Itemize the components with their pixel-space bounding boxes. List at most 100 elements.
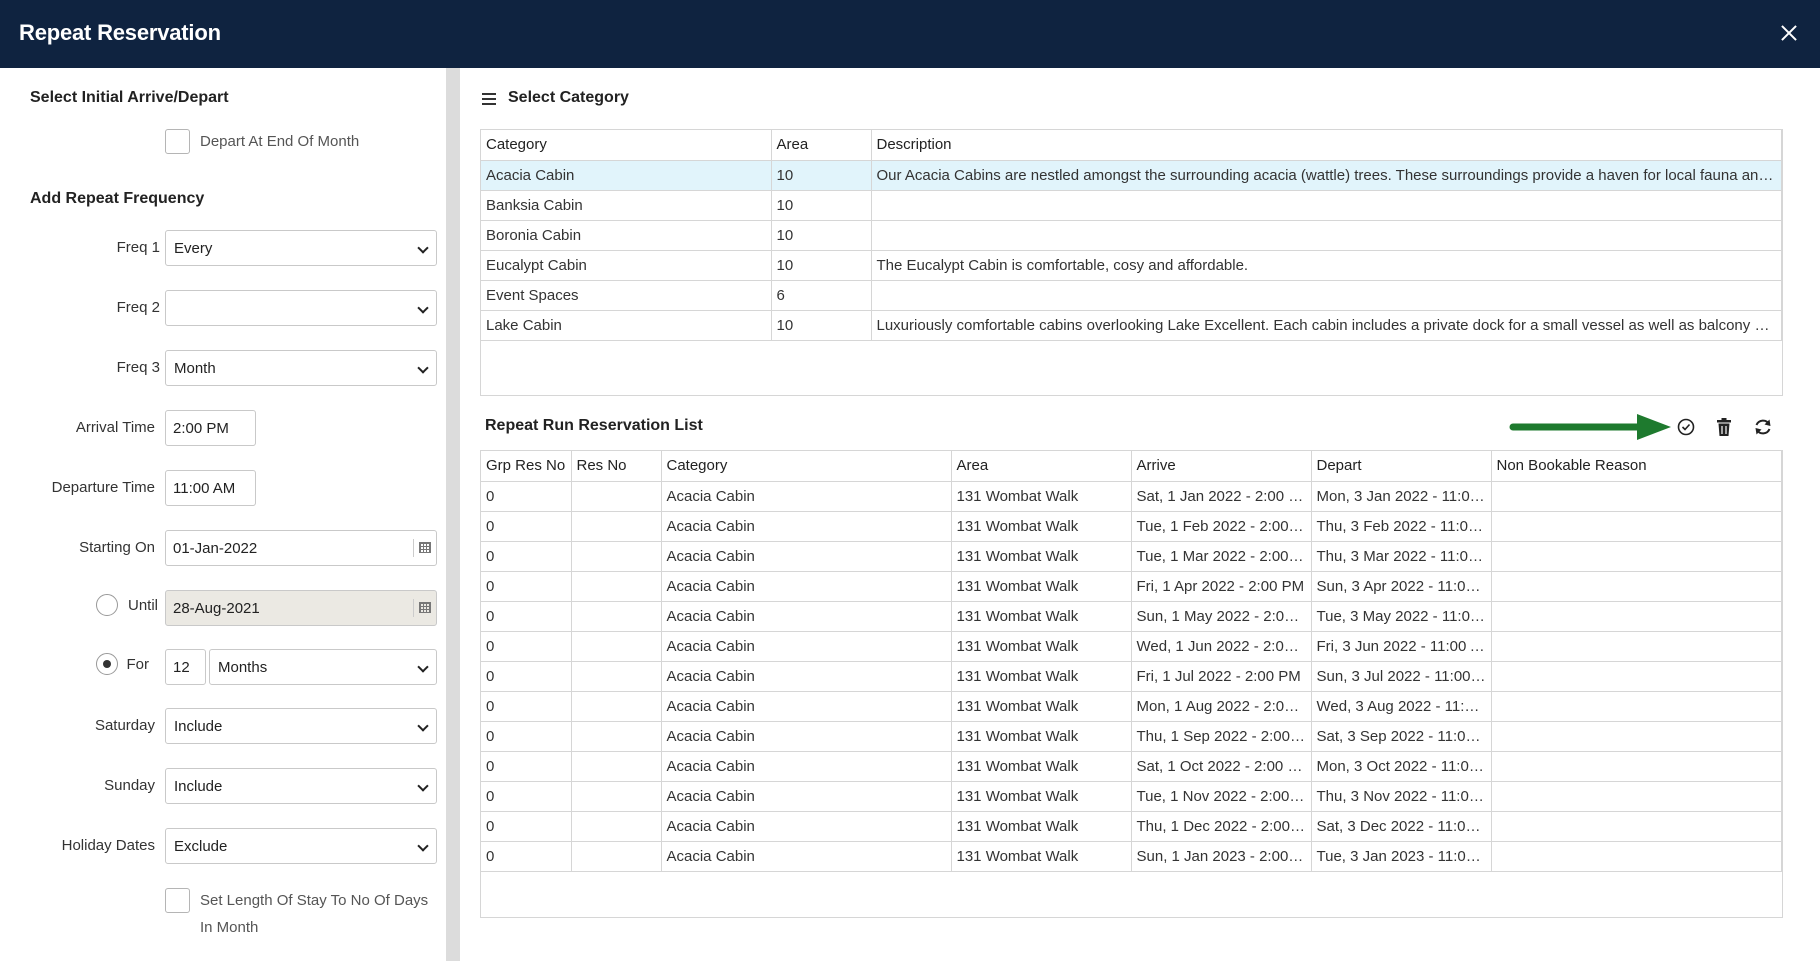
reservation-row[interactable]: 0 Acacia Cabin 131 Wombat Walk Fri, 1 Apr 2… bbox=[481, 571, 1782, 602]
table-cell bbox=[871, 280, 1782, 311]
until-radio[interactable] bbox=[96, 594, 118, 616]
reservation-row[interactable]: 0 Acacia Cabin 131 Wombat Walk Sat, 1 Oct 2… bbox=[481, 751, 1782, 782]
until-label: Until bbox=[127, 597, 158, 614]
freq2-label: Freq 2 bbox=[116, 299, 160, 316]
depart-end-of-month-checkbox[interactable] bbox=[165, 129, 190, 154]
calendar-icon[interactable] bbox=[413, 599, 431, 617]
column-header[interactable]: Res No bbox=[571, 451, 662, 482]
column-header[interactable]: Arrive bbox=[1131, 451, 1312, 482]
table-cell: Sat, 3 Sep 2022 - 11:00 ... bbox=[1311, 721, 1492, 752]
column-header[interactable]: Area bbox=[951, 451, 1132, 482]
category-row[interactable]: Banksia Cabin 10 bbox=[481, 190, 1782, 221]
table-cell bbox=[1491, 691, 1782, 722]
table-cell: Thu, 3 Nov 2022 - 11:00 ... bbox=[1311, 781, 1492, 812]
column-header[interactable]: Category bbox=[661, 451, 952, 482]
reservation-row[interactable]: 0 Acacia Cabin 131 Wombat Walk Sun, 1 May 2… bbox=[481, 601, 1782, 632]
category-row[interactable]: Acacia Cabin 10 Our Acacia Cabins are nest… bbox=[481, 160, 1782, 191]
check-circle-icon[interactable] bbox=[1675, 416, 1697, 438]
for-unit-select[interactable]: Months bbox=[209, 649, 437, 685]
table-cell bbox=[1491, 751, 1782, 782]
title-bar: Repeat Reservation bbox=[0, 0, 1820, 68]
trash-icon[interactable] bbox=[1713, 416, 1735, 438]
until-date-input[interactable]: 28-Aug-2021 bbox=[165, 590, 437, 626]
reservation-row[interactable]: 0 Acacia Cabin 131 Wombat Walk Tue, 1 Feb 2… bbox=[481, 511, 1782, 542]
reservation-list-table: Grp Res No Res No Category Area Arrive Depart… bbox=[480, 450, 1783, 918]
table-cell: 6 bbox=[771, 280, 872, 311]
table-cell: Sat, 1 Jan 2022 - 2:00 PM bbox=[1131, 481, 1312, 512]
table-cell bbox=[1491, 541, 1782, 572]
table-cell bbox=[1491, 481, 1782, 512]
column-header[interactable]: Category bbox=[481, 130, 772, 161]
departure-time-label: Departure Time bbox=[51, 479, 155, 496]
table-cell: 131 Wombat Walk bbox=[951, 661, 1132, 692]
column-header[interactable]: Description bbox=[871, 130, 1782, 161]
starting-on-input[interactable]: 01-Jan-2022 bbox=[165, 530, 437, 566]
reservation-row[interactable]: 0 Acacia Cabin 131 Wombat Walk Sun, 1 Jan 2… bbox=[481, 841, 1782, 872]
chevron-down-icon bbox=[417, 720, 429, 732]
category-row[interactable]: Lake Cabin 10 Luxuriously comfortable cabi… bbox=[481, 310, 1782, 341]
column-header[interactable]: Depart bbox=[1311, 451, 1492, 482]
table-cell: Thu, 1 Sep 2022 - 2:00 PM bbox=[1131, 721, 1312, 752]
for-label: For bbox=[126, 656, 150, 673]
sunday-select[interactable]: Include bbox=[165, 768, 437, 804]
reservation-row[interactable]: 0 Acacia Cabin 131 Wombat Walk Tue, 1 Mar 2… bbox=[481, 541, 1782, 572]
table-cell: Tue, 1 Mar 2022 - 2:00 PM bbox=[1131, 541, 1312, 572]
table-cell bbox=[871, 190, 1782, 221]
holiday-dates-select[interactable]: Exclude bbox=[165, 828, 437, 864]
freq1-select[interactable]: Every bbox=[165, 230, 437, 266]
set-length-of-stay-checkbox[interactable] bbox=[165, 888, 190, 913]
table-cell: Luxuriously comfortable cabins overlooki… bbox=[871, 310, 1782, 341]
arrival-time-input[interactable]: 2:00 PM bbox=[165, 410, 256, 446]
chevron-down-icon bbox=[417, 661, 429, 673]
reservation-row[interactable]: 0 Acacia Cabin 131 Wombat Walk Tue, 1 Nov 2… bbox=[481, 781, 1782, 812]
table-cell: 10 bbox=[771, 250, 872, 281]
column-header[interactable]: Area bbox=[771, 130, 872, 161]
table-cell: Tue, 3 May 2022 - 11:00 ... bbox=[1311, 601, 1492, 632]
table-cell: Acacia Cabin bbox=[661, 691, 952, 722]
table-cell: Sun, 1 May 2022 - 2:00 ... bbox=[1131, 601, 1312, 632]
table-cell bbox=[571, 631, 662, 662]
arrival-time-label: Arrival Time bbox=[75, 419, 155, 436]
category-row[interactable]: Boronia Cabin 10 bbox=[481, 220, 1782, 251]
table-cell: Event Spaces bbox=[481, 280, 772, 311]
table-cell: Acacia Cabin bbox=[661, 541, 952, 572]
freq3-select[interactable]: Month bbox=[165, 350, 437, 386]
table-cell: Sun, 1 Jan 2023 - 2:00 PM bbox=[1131, 841, 1312, 872]
left-panel-scrollbar[interactable] bbox=[446, 68, 460, 961]
for-count-input[interactable]: 12 bbox=[165, 649, 206, 685]
table-cell: 131 Wombat Walk bbox=[951, 721, 1132, 752]
chevron-down-icon bbox=[417, 302, 429, 314]
column-header[interactable]: Grp Res No bbox=[481, 451, 572, 482]
category-row[interactable]: Event Spaces 6 bbox=[481, 280, 1782, 311]
departure-time-input[interactable]: 11:00 AM bbox=[165, 470, 256, 506]
column-header[interactable]: Non Bookable Reason bbox=[1491, 451, 1782, 482]
freq2-select[interactable] bbox=[165, 290, 437, 326]
table-cell bbox=[571, 721, 662, 752]
close-icon[interactable] bbox=[1776, 20, 1802, 46]
table-cell: Tue, 1 Nov 2022 - 2:00 PM bbox=[1131, 781, 1312, 812]
reservation-row[interactable]: 0 Acacia Cabin 131 Wombat Walk Wed, 1 Jun 2… bbox=[481, 631, 1782, 662]
table-cell bbox=[571, 661, 662, 692]
table-cell: 131 Wombat Walk bbox=[951, 481, 1132, 512]
reservation-row[interactable]: 0 Acacia Cabin 131 Wombat Walk Sat, 1 Jan 2… bbox=[481, 481, 1782, 512]
table-cell bbox=[1491, 511, 1782, 542]
reservation-row[interactable]: 0 Acacia Cabin 131 Wombat Walk Fri, 1 Jul 2… bbox=[481, 661, 1782, 692]
table-cell: 0 bbox=[481, 811, 572, 842]
refresh-icon[interactable] bbox=[1752, 416, 1774, 438]
calendar-icon[interactable] bbox=[413, 539, 431, 557]
menu-icon[interactable] bbox=[482, 93, 496, 105]
saturday-select[interactable]: Include bbox=[165, 708, 437, 744]
table-cell: 10 bbox=[771, 190, 872, 221]
reservation-row[interactable]: 0 Acacia Cabin 131 Wombat Walk Mon, 1 Aug 2… bbox=[481, 691, 1782, 722]
table-cell: Wed, 3 Aug 2022 - 11:00... bbox=[1311, 691, 1492, 722]
table-cell: 0 bbox=[481, 631, 572, 662]
category-row[interactable]: Eucalypt Cabin 10 The Eucalypt Cabin is co… bbox=[481, 250, 1782, 281]
chevron-down-icon bbox=[417, 362, 429, 374]
table-cell bbox=[571, 511, 662, 542]
for-radio[interactable] bbox=[96, 653, 118, 675]
table-cell bbox=[571, 751, 662, 782]
reservation-row[interactable]: 0 Acacia Cabin 131 Wombat Walk Thu, 1 Dec 2… bbox=[481, 811, 1782, 842]
reservation-row[interactable]: 0 Acacia Cabin 131 Wombat Walk Thu, 1 Sep 2… bbox=[481, 721, 1782, 752]
table-cell bbox=[1491, 571, 1782, 602]
table-cell: 131 Wombat Walk bbox=[951, 571, 1132, 602]
